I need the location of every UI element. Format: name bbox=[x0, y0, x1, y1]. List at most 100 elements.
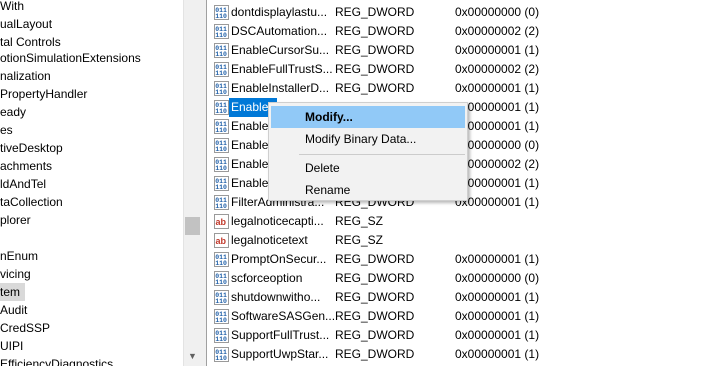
reg-binary-icon: 011 110 bbox=[214, 81, 229, 96]
reg-binary-icon: 011 110 bbox=[214, 252, 229, 267]
tree-item[interactable]: es bbox=[0, 121, 183, 139]
reg-string-icon: ab bbox=[214, 214, 229, 229]
value-name: dontdisplaylastu... bbox=[231, 5, 328, 19]
value-type: REG_SZ bbox=[335, 233, 384, 247]
tree-item[interactable]: UIPI bbox=[0, 337, 183, 355]
tree-item[interactable]: plorer bbox=[0, 211, 183, 229]
tree-item[interactable]: eady bbox=[0, 103, 183, 121]
value-type: REG_DWORD bbox=[335, 62, 415, 76]
svg-text:110: 110 bbox=[215, 260, 227, 267]
tree-item[interactable]: CredSSP bbox=[0, 319, 183, 337]
value-row[interactable]: 011 110 EnableInstallerD... REG_DWORD 0x0000… bbox=[207, 79, 716, 98]
value-data: 0x00000001 (1) bbox=[455, 290, 540, 304]
registry-key-tree[interactable]: With ualLayout tal Controls otionSimulation… bbox=[0, 0, 183, 366]
reg-binary-icon: 011 110 bbox=[214, 328, 229, 343]
value-type: REG_DWORD bbox=[335, 5, 415, 19]
tree-scrollbar[interactable]: ▼ bbox=[183, 0, 200, 366]
value-type: REG_DWORD bbox=[335, 24, 415, 38]
tree-item[interactable]: ldAndTel bbox=[0, 175, 183, 193]
value-data: 0x00000002 (2) bbox=[455, 24, 540, 38]
value-type: REG_DWORD bbox=[335, 328, 415, 342]
value-name: SoftwareSASGen... bbox=[231, 309, 336, 323]
value-type: REG_SZ bbox=[335, 214, 384, 228]
svg-text:110: 110 bbox=[215, 32, 227, 39]
svg-text:110: 110 bbox=[215, 184, 227, 191]
value-data: 0x00000001 (1) bbox=[455, 309, 540, 323]
reg-binary-icon: 011 110 bbox=[214, 43, 229, 58]
tree-item[interactable]: With bbox=[0, 0, 183, 15]
svg-text:110: 110 bbox=[215, 70, 227, 77]
svg-text:ab: ab bbox=[216, 236, 227, 246]
value-name: PromptOnSecur... bbox=[231, 252, 327, 266]
value-name: SupportFullTrust... bbox=[231, 328, 330, 342]
value-row[interactable]: 011 110 PromptOnSecur... REG_DWORD 0x0000000… bbox=[207, 250, 716, 269]
svg-text:110: 110 bbox=[215, 336, 227, 343]
value-row[interactable]: ab legalnoticetext REG_SZ bbox=[207, 231, 716, 250]
tree-item[interactable]: nEnum bbox=[0, 247, 183, 265]
reg-binary-icon: 011 110 bbox=[214, 5, 229, 20]
value-row[interactable]: 011 110 dontdisplaylastu... REG_DWORD 0x0000… bbox=[207, 3, 716, 22]
value-name: scforceoption bbox=[231, 271, 303, 285]
reg-binary-icon: 011 110 bbox=[214, 195, 229, 210]
menu-separator bbox=[299, 154, 465, 155]
menu-item-modify-binary-data[interactable]: Modify Binary Data... bbox=[271, 128, 465, 150]
tree-item[interactable]: achments bbox=[0, 157, 183, 175]
value-data: 0x00000000 (0) bbox=[455, 271, 540, 285]
value-name: EnableCursorSu... bbox=[231, 43, 330, 57]
reg-binary-icon: 011 110 bbox=[214, 347, 229, 362]
value-name: EnableFullTrustS... bbox=[231, 62, 333, 76]
tree-scroll-thumb[interactable] bbox=[185, 217, 200, 235]
value-row[interactable]: 011 110 shutdownwitho... REG_DWORD 0x0000000… bbox=[207, 288, 716, 307]
value-type: REG_DWORD bbox=[335, 81, 415, 95]
value-name: legalnoticetext bbox=[231, 233, 308, 247]
value-data: 0x00000001 (1) bbox=[455, 81, 540, 95]
tree-item[interactable]: tiveDesktop bbox=[0, 139, 183, 157]
reg-binary-icon: 011 110 bbox=[214, 62, 229, 77]
value-type: REG_DWORD bbox=[335, 252, 415, 266]
menu-item-modify[interactable]: Modify... bbox=[271, 106, 465, 128]
value-row[interactable]: 011 110 EnableCursorSu... REG_DWORD 0x000000… bbox=[207, 41, 716, 60]
tree-item[interactable]: Audit bbox=[0, 301, 183, 319]
value-name: DSCAutomation... bbox=[231, 24, 328, 38]
reg-binary-icon: 011 110 bbox=[214, 271, 229, 286]
menu-item-delete[interactable]: Delete bbox=[271, 157, 465, 179]
tree-item[interactable] bbox=[0, 229, 183, 247]
value-row[interactable]: 011 110 DSCAutomation... REG_DWORD 0x0000000… bbox=[207, 22, 716, 41]
tree-item[interactable]: PropertyHandler bbox=[0, 85, 183, 103]
value-data: 0x00000001 (1) bbox=[455, 252, 540, 266]
svg-text:110: 110 bbox=[215, 146, 227, 153]
menu-item-rename[interactable]: Rename bbox=[271, 179, 465, 201]
tree-item[interactable]: EfficiencyDiagnostics bbox=[0, 355, 183, 366]
tree-item[interactable]: ualLayout bbox=[0, 15, 183, 33]
svg-text:110: 110 bbox=[215, 298, 227, 305]
value-row[interactable]: ab legalnoticecapti... REG_SZ bbox=[207, 212, 716, 231]
tree-item[interactable]: taCollection bbox=[0, 193, 183, 211]
value-row[interactable]: 011 110 scforceoption REG_DWORD 0x00000000 (… bbox=[207, 269, 716, 288]
tree-item[interactable]: vicing bbox=[0, 265, 183, 283]
value-name: legalnoticecapti... bbox=[231, 214, 324, 228]
svg-text:110: 110 bbox=[215, 279, 227, 286]
reg-binary-icon: 011 110 bbox=[214, 157, 229, 172]
value-row[interactable]: 011 110 EnableFullTrustS... REG_DWORD 0x0000… bbox=[207, 60, 716, 79]
tree-item[interactable]: tem bbox=[0, 283, 25, 301]
reg-binary-icon: 011 110 bbox=[214, 24, 229, 39]
svg-text:110: 110 bbox=[215, 13, 227, 20]
tree-item[interactable]: nalization bbox=[0, 67, 183, 85]
reg-binary-icon: 011 110 bbox=[214, 290, 229, 305]
svg-text:110: 110 bbox=[215, 127, 227, 134]
svg-text:110: 110 bbox=[215, 89, 227, 96]
reg-binary-icon: 011 110 bbox=[214, 100, 229, 115]
reg-string-icon: ab bbox=[214, 233, 229, 248]
tree-item[interactable]: otionSimulationExtensions bbox=[0, 49, 183, 67]
value-data: 0x00000000 (0) bbox=[455, 5, 540, 19]
value-name: shutdownwitho... bbox=[231, 290, 321, 304]
svg-text:110: 110 bbox=[215, 165, 227, 172]
value-data: 0x00000001 (1) bbox=[455, 328, 540, 342]
value-row[interactable]: 011 110 SupportFullTrust... REG_DWORD 0x0000… bbox=[207, 326, 716, 345]
scroll-down-arrow-icon[interactable]: ▼ bbox=[184, 348, 201, 365]
value-row[interactable]: 011 110 SoftwareSASGen... REG_DWORD 0x000000… bbox=[207, 307, 716, 326]
value-name: EnableInstallerD... bbox=[231, 81, 330, 95]
value-type: REG_DWORD bbox=[335, 309, 415, 323]
value-row[interactable]: 011 110 SupportUwpStar... REG_DWORD 0x000000… bbox=[207, 345, 716, 364]
svg-text:110: 110 bbox=[215, 355, 227, 362]
